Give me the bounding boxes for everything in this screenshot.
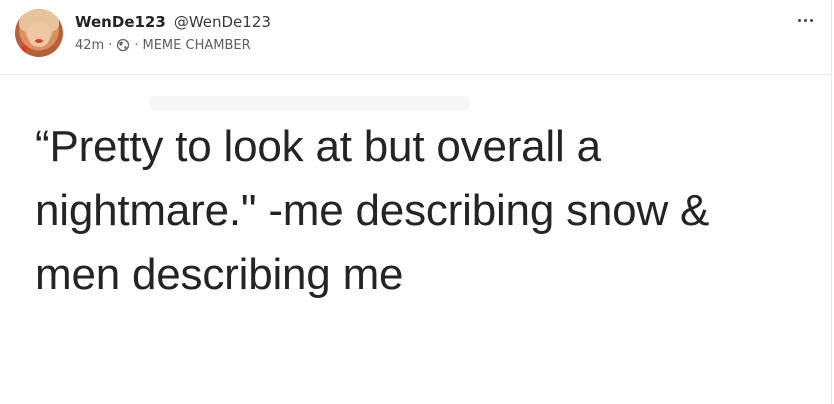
avatar-red-spot xyxy=(21,45,28,52)
post-text-line: nightmare." -me describing snow & xyxy=(35,186,710,235)
post-text-line: men describing me xyxy=(35,250,404,299)
post-image-text: “Pretty to look at but overall a nightma… xyxy=(35,115,815,307)
group-name[interactable]: MEME CHAMBER xyxy=(143,38,251,53)
post-meta: 42m · · MEME CHAMBER xyxy=(75,36,251,54)
meta-separator-2: · xyxy=(134,37,139,53)
avatar-face xyxy=(28,21,50,47)
author-line: WenDe123 @WenDe123 xyxy=(75,13,271,33)
post-text-line: “Pretty to look at but overall a xyxy=(35,122,601,171)
post-time[interactable]: 42m xyxy=(75,38,104,53)
avatar[interactable] xyxy=(15,9,63,57)
author-display-name[interactable]: WenDe123 xyxy=(75,13,166,31)
post-card: WenDe123 @WenDe123 42m · · MEME CHAMBER … xyxy=(0,0,832,404)
more-horizontal-icon[interactable] xyxy=(794,12,816,28)
avatar-lips xyxy=(35,39,43,43)
meta-separator: · xyxy=(108,37,113,53)
faded-image-text xyxy=(150,96,470,110)
author-handle[interactable]: @WenDe123 xyxy=(174,13,271,31)
globe-icon xyxy=(116,38,130,52)
post-header: WenDe123 @WenDe123 42m · · MEME CHAMBER xyxy=(0,0,831,75)
